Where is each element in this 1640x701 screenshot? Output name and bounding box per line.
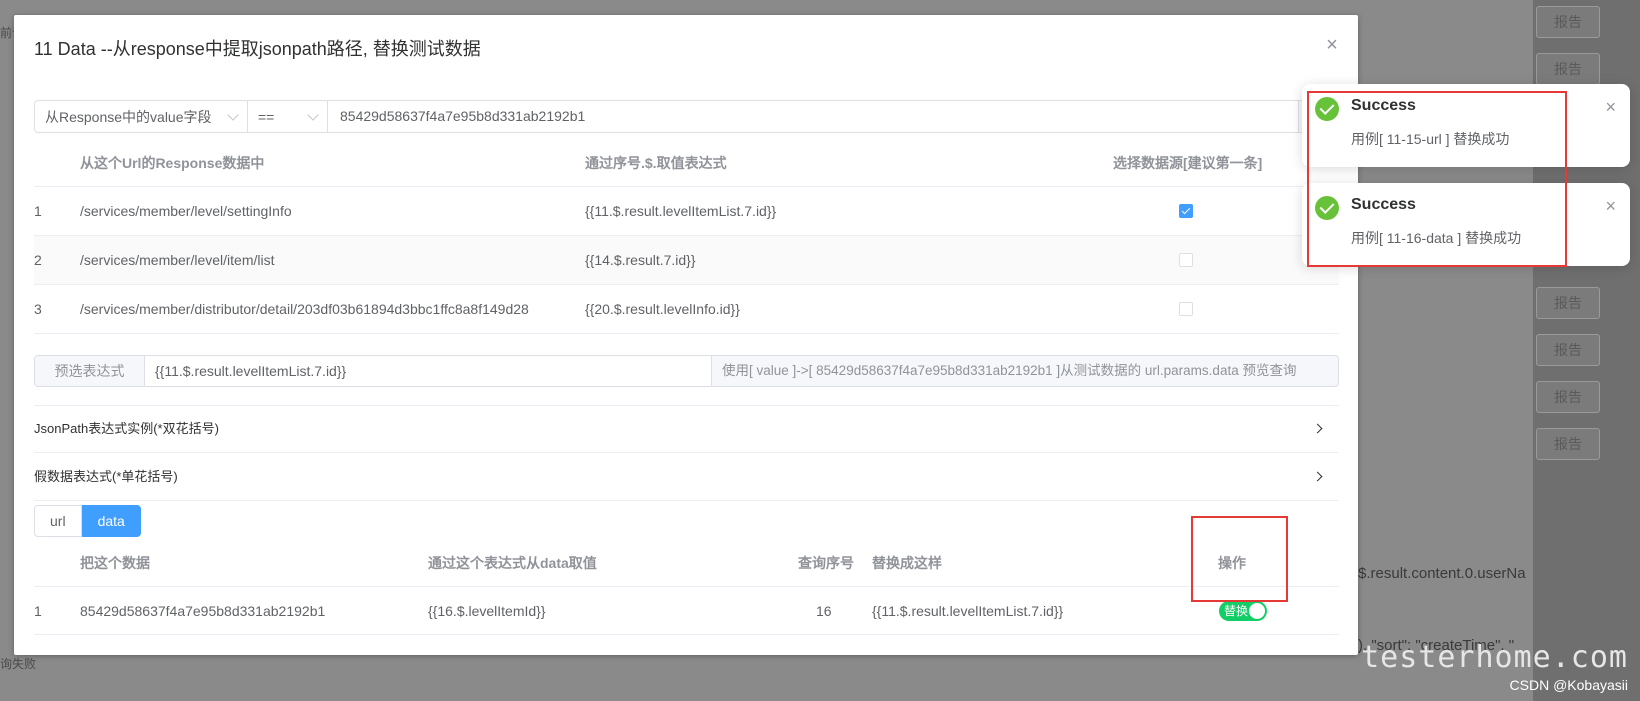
- row-checkbox[interactable]: [1179, 253, 1193, 267]
- column-header: 选择数据源[建议第一条]: [1113, 155, 1263, 171]
- collapse-jsonpath-examples[interactable]: JsonPath表达式实例(*双花括号): [34, 405, 1339, 453]
- close-icon[interactable]: ×: [1605, 97, 1616, 118]
- row-index: 1: [34, 203, 42, 219]
- background-report-button: 报告: [1536, 287, 1600, 319]
- row-index: 3: [34, 301, 42, 317]
- chevron-right-icon: [1312, 423, 1323, 434]
- preview-expression-input[interactable]: {{11.$.result.levelItemList.7.id}}: [145, 355, 712, 387]
- row-checkbox[interactable]: [1179, 204, 1193, 218]
- operator-select[interactable]: ==: [248, 100, 328, 133]
- column-header: 从这个Url的Response数据中: [80, 155, 265, 171]
- background-report-button: 报告: [1536, 334, 1600, 366]
- row-sequence: 16: [816, 602, 832, 619]
- column-header: 把这个数据: [80, 555, 150, 571]
- row-url: /services/member/distributor/detail/203d…: [80, 301, 529, 317]
- source-table: 从这个Url的Response数据中 通过序号.$.取值表达式 选择数据源[建议…: [34, 140, 1339, 334]
- background-report-button: 报告: [1536, 53, 1600, 85]
- column-header: 替换成这样: [872, 555, 942, 571]
- table-row[interactable]: 2 /services/member/level/item/list {{14.…: [34, 236, 1339, 285]
- background-partial-expression: $.result.content.0.userNa: [1358, 565, 1526, 582]
- tab-data[interactable]: data: [81, 505, 141, 537]
- chevron-right-icon: [1312, 471, 1323, 482]
- preview-label: 预选表达式: [34, 355, 145, 387]
- row-expression: {{20.$.result.levelInfo.id}}: [585, 301, 740, 317]
- collapse-fake-data-examples[interactable]: 假数据表达式(*单花括号): [34, 453, 1339, 501]
- dialog-title: 11 Data --从response中提取jsonpath路径, 替换测试数据: [34, 39, 481, 59]
- toggle-knob: [1249, 603, 1265, 619]
- operator-select-value: ==: [258, 108, 275, 125]
- background-report-button: 报告: [1536, 381, 1600, 413]
- close-icon[interactable]: ×: [1322, 35, 1342, 55]
- row-expression: {{16.$.levelItemId}}: [428, 602, 546, 619]
- row-url: /services/member/level/settingInfo: [80, 203, 292, 219]
- chevron-down-icon: [227, 109, 239, 121]
- row-expression: {{11.$.result.levelItemList.7.id}}: [585, 203, 777, 219]
- table-header: 从这个Url的Response数据中 通过序号.$.取值表达式 选择数据源[建议…: [34, 140, 1339, 187]
- collapse-title: 假数据表达式(*单花括号): [34, 469, 178, 484]
- tab-group: url data: [34, 505, 141, 537]
- background-report-button: 报告: [1536, 6, 1600, 38]
- row-index: 2: [34, 252, 42, 268]
- jsonpath-replace-dialog: 11 Data --从response中提取jsonpath路径, 替换测试数据…: [14, 15, 1358, 655]
- replace-table: 把这个数据 通过这个表达式从data取值 查询序号 替换成这样 操作 1 854…: [34, 540, 1339, 635]
- tab-url[interactable]: url: [34, 505, 82, 537]
- background-left-text: 询失败: [0, 657, 37, 671]
- source-select-value: 从Response中的value字段: [45, 108, 212, 125]
- chevron-down-icon: [307, 109, 319, 121]
- table-row[interactable]: 3 /services/member/distributor/detail/20…: [34, 285, 1339, 334]
- table-row: 1 85429d58637f4a7e95b8d331ab2192b1 {{16.…: [34, 587, 1339, 635]
- credit-text: CSDN @Kobayasii: [1509, 677, 1628, 693]
- row-checkbox[interactable]: [1179, 302, 1193, 316]
- row-expression: {{14.$.result.7.id}}: [585, 252, 696, 268]
- row-replace-value: {{11.$.result.levelItemList.7.id}}: [872, 602, 1064, 619]
- toggle-label: 替换: [1224, 604, 1249, 618]
- table-header: 把这个数据 通过这个表达式从data取值 查询序号 替换成这样 操作: [34, 540, 1339, 587]
- filter-row: 从Response中的value字段 == 85429d58637f4a7e95…: [34, 100, 1339, 133]
- column-header: 通过这个表达式从data取值: [428, 555, 597, 571]
- source-select[interactable]: 从Response中的value字段: [34, 100, 248, 133]
- row-index: 1: [34, 602, 42, 619]
- highlight-box: [1191, 516, 1288, 602]
- row-url: /services/member/level/item/list: [80, 252, 275, 268]
- preview-query-button[interactable]: 使用[ value ]->[ 85429d58637f4a7e95b8d331a…: [712, 355, 1339, 387]
- preview-row: 预选表达式 {{11.$.result.levelItemList.7.id}}…: [34, 355, 1339, 387]
- value-input[interactable]: 85429d58637f4a7e95b8d331ab2192b1: [328, 100, 1299, 133]
- close-icon[interactable]: ×: [1605, 196, 1616, 217]
- background-report-button: 报告: [1536, 428, 1600, 460]
- column-header: 通过序号.$.取值表达式: [585, 155, 727, 171]
- highlight-box: [1307, 91, 1567, 267]
- watermark: testerhome.com: [1361, 640, 1628, 675]
- table-row[interactable]: 1 /services/member/level/settingInfo {{1…: [34, 187, 1339, 236]
- row-data: 85429d58637f4a7e95b8d331ab2192b1: [80, 602, 326, 619]
- column-header: 查询序号: [798, 555, 854, 571]
- collapse-title: JsonPath表达式实例(*双花括号): [34, 421, 219, 436]
- replace-toggle[interactable]: 替换: [1219, 601, 1267, 621]
